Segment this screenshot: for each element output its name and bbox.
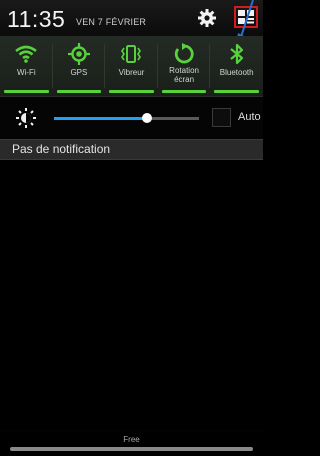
auto-brightness-label: Auto bbox=[238, 111, 261, 123]
status-header: 11:35 VEN 7 FÉVRIER bbox=[0, 0, 263, 37]
toggle-label: Wi-Fi bbox=[16, 68, 36, 77]
quick-toggles: Wi-Fi GPS Vibreur Rotation écran Bluetoo… bbox=[0, 36, 263, 97]
toggle-label: GPS bbox=[70, 68, 88, 77]
brightness-row: Auto bbox=[0, 97, 263, 139]
toggle-label: Rotation écran bbox=[169, 66, 199, 84]
rotation-icon bbox=[174, 43, 194, 64]
toggle-wifi[interactable]: Wi-Fi bbox=[0, 36, 53, 96]
panel-drag-handle[interactable] bbox=[10, 447, 253, 451]
vibrate-icon bbox=[121, 45, 142, 63]
toggle-active-indicator bbox=[4, 90, 49, 93]
gps-icon bbox=[67, 43, 90, 65]
toggle-label: Bluetooth bbox=[219, 68, 254, 77]
no-notification-label: Pas de notification bbox=[12, 142, 111, 156]
auto-brightness-checkbox[interactable] bbox=[212, 108, 231, 127]
toggle-label: Vibreur bbox=[118, 68, 145, 77]
notification-header: Pas de notification bbox=[0, 139, 263, 160]
brightness-icon bbox=[16, 108, 36, 128]
toggle-bluetooth[interactable]: Bluetooth bbox=[210, 36, 263, 96]
panel-footer: Free bbox=[0, 432, 263, 456]
carrier-label: Free bbox=[123, 435, 140, 444]
clock: 11:35 bbox=[7, 6, 66, 32]
toggle-active-indicator bbox=[161, 90, 207, 93]
wifi-icon bbox=[15, 45, 38, 63]
brightness-slider-fill bbox=[54, 117, 147, 120]
toggle-active-indicator bbox=[214, 90, 259, 93]
date-label: VEN 7 FÉVRIER bbox=[76, 17, 147, 27]
toggle-gps[interactable]: GPS bbox=[53, 36, 106, 96]
settings-button[interactable] bbox=[195, 8, 219, 28]
gear-icon bbox=[198, 9, 216, 27]
toggle-active-indicator bbox=[56, 90, 102, 93]
brightness-slider-handle[interactable] bbox=[141, 113, 152, 123]
notification-panel: 11:35 VEN 7 FÉVRIER Wi-Fi GPS Vibreur Ro… bbox=[0, 0, 263, 456]
toggle-active-indicator bbox=[109, 90, 154, 93]
notification-list bbox=[0, 160, 263, 430]
bluetooth-icon bbox=[229, 43, 243, 65]
brightness-slider[interactable] bbox=[54, 113, 199, 123]
toggle-rotation[interactable]: Rotation écran bbox=[158, 36, 211, 96]
toggle-vibrate[interactable]: Vibreur bbox=[105, 36, 158, 96]
